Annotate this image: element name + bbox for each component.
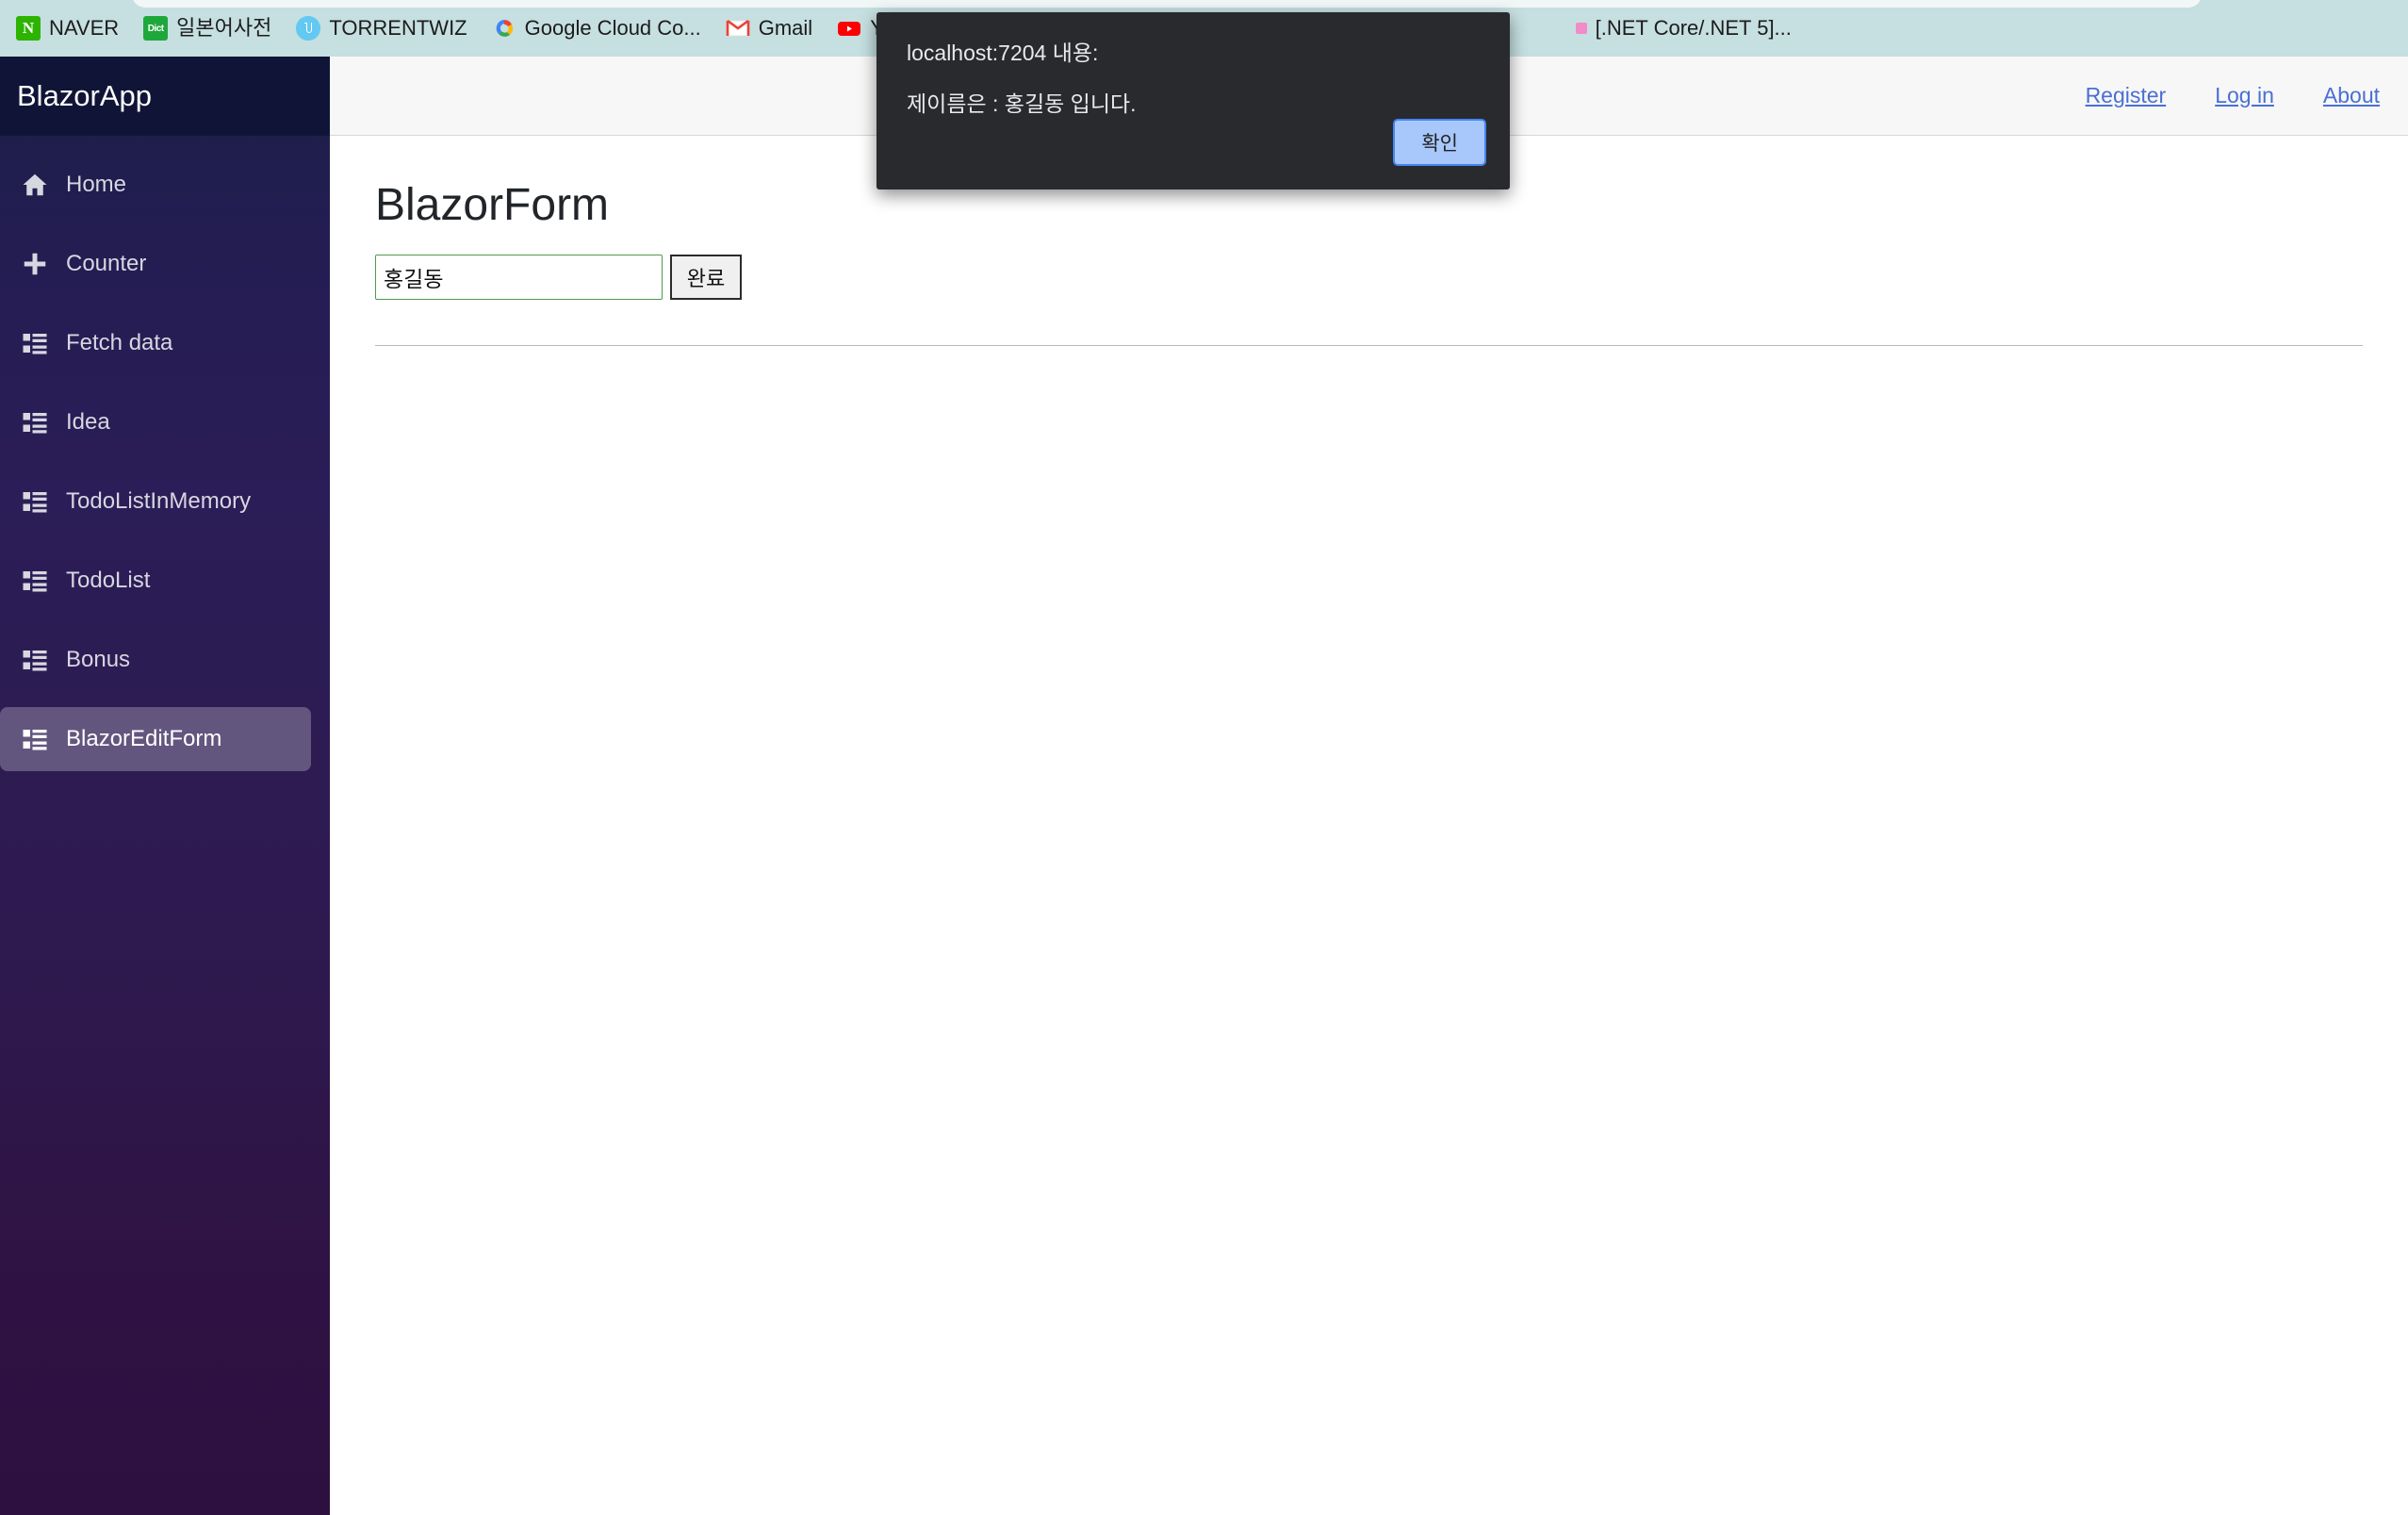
- bookmark-torrentwiz[interactable]: TORRENTWIZ: [284, 8, 479, 49]
- bookmark-label: Google Cloud Co...: [524, 16, 701, 40]
- main-content: BlazorForm 완료: [330, 136, 2408, 1515]
- bookmark-label: NAVER: [49, 16, 120, 40]
- dialog-origin-text: localhost:7204 내용:: [907, 41, 1099, 65]
- blazor-app: BlazorApp Home Counter Fetch data Idea T…: [0, 57, 2408, 1515]
- naver-favicon: N: [16, 16, 41, 41]
- dialog-message-text: 제이름은 : 홍길동 입니다.: [907, 91, 1137, 116]
- youtube-favicon: [837, 16, 861, 41]
- gmail-favicon: [726, 16, 750, 41]
- list-icon: [19, 406, 51, 438]
- sidebar-item-label: Idea: [66, 409, 110, 435]
- content-divider: [375, 344, 2363, 346]
- bookmark-google-cloud[interactable]: Google Cloud Co...: [480, 8, 713, 49]
- bookmark-gmail[interactable]: Gmail: [713, 8, 825, 49]
- blazor-form: 완료: [375, 254, 2363, 300]
- list-icon: [19, 644, 51, 676]
- sidebar-item-label: Counter: [66, 251, 147, 276]
- sidebar-item-label: TodoListInMemory: [66, 488, 252, 514]
- bookmark-naver[interactable]: N NAVER: [4, 8, 131, 49]
- sidebar-item-label: Home: [66, 172, 127, 197]
- google-cloud-favicon: [492, 16, 516, 41]
- bookmark-dotnet[interactable]: [.NET Core/.NET 5]...: [1564, 8, 1804, 49]
- sidebar-item-todolist[interactable]: TodoList: [0, 549, 311, 613]
- brand-title: BlazorApp: [17, 79, 153, 112]
- home-icon: [19, 169, 51, 201]
- sidebar-item-fetch-data[interactable]: Fetch data: [0, 311, 311, 375]
- sidebar-item-bonus[interactable]: Bonus: [0, 628, 311, 692]
- sidebar-item-home[interactable]: Home: [0, 153, 311, 217]
- login-link[interactable]: Log in: [2215, 83, 2274, 108]
- bookmark-label: [.NET Core/.NET 5]...: [1595, 16, 1792, 40]
- bookmark-label: Gmail: [758, 16, 813, 40]
- sidebar-item-label: BlazorEditForm: [66, 726, 222, 751]
- bookmark-label: 일본어사전: [176, 16, 272, 40]
- register-link[interactable]: Register: [2086, 83, 2167, 108]
- brand-header[interactable]: BlazorApp: [0, 57, 330, 136]
- dialog-ok-button[interactable]: 확인: [1393, 119, 1486, 166]
- dialog-button-row: 확인: [1393, 119, 1486, 166]
- list-icon: [19, 486, 51, 518]
- generic-favicon: [1575, 23, 1587, 34]
- bookmark-japanese-dictionary[interactable]: Dict 일본어사전: [131, 8, 284, 49]
- sidebar-item-label: Fetch data: [66, 330, 173, 355]
- sidebar: BlazorApp Home Counter Fetch data Idea T…: [0, 57, 330, 1515]
- sidebar-item-blazoreditform[interactable]: BlazorEditForm: [0, 707, 311, 771]
- sidebar-nav-list: Home Counter Fetch data Idea TodoListInM…: [0, 136, 330, 771]
- sidebar-item-label: TodoList: [66, 568, 151, 593]
- top-nav-links: Register Log in About: [2086, 83, 2380, 108]
- javascript-alert-dialog: localhost:7204 내용: 제이름은 : 홍길동 입니다. 확인: [876, 12, 1510, 189]
- sidebar-item-idea[interactable]: Idea: [0, 390, 311, 454]
- list-icon: [19, 327, 51, 359]
- japanese-dictionary-favicon: Dict: [143, 16, 169, 41]
- about-link[interactable]: About: [2323, 83, 2380, 108]
- list-icon: [19, 565, 51, 597]
- sidebar-item-todolistinmemory[interactable]: TodoListInMemory: [0, 469, 311, 534]
- name-input[interactable]: [375, 254, 663, 300]
- torrentwiz-favicon: [296, 16, 321, 41]
- plus-icon: [19, 248, 51, 280]
- sidebar-item-label: Bonus: [66, 647, 131, 672]
- submit-button[interactable]: 완료: [670, 254, 742, 300]
- sidebar-item-counter[interactable]: Counter: [0, 232, 311, 296]
- bookmark-label: TORRENTWIZ: [329, 16, 467, 40]
- list-icon: [19, 723, 51, 755]
